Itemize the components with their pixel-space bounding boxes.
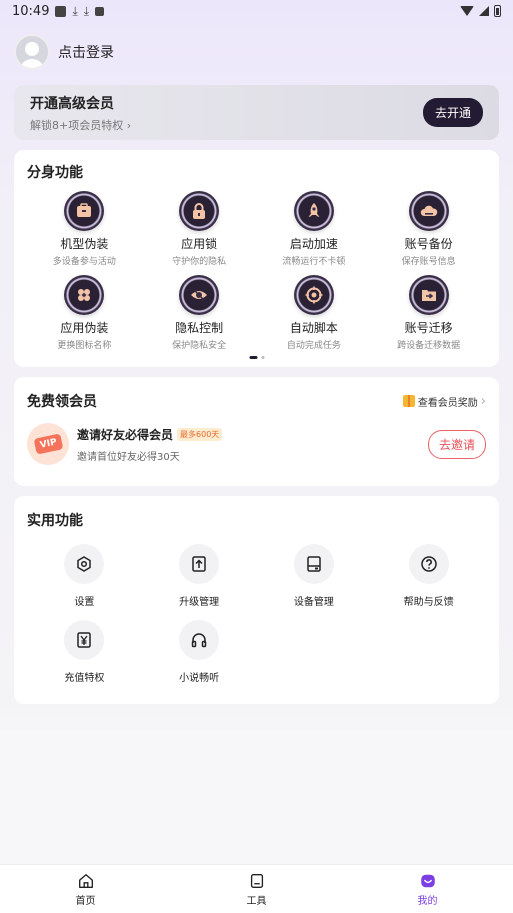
utilities-title: 实用功能 <box>27 513 83 529</box>
util-item-label: 帮助与反馈 <box>403 597 454 608</box>
upgrade-icon <box>179 544 220 584</box>
clone-item-auto-script[interactable]: 自动脚本 自动完成任务 <box>257 275 372 351</box>
invite-title: 邀请好友必得会员 <box>77 427 174 442</box>
clone-item-account-migration[interactable]: 账号迁移 跨设备迁移数据 <box>371 275 486 351</box>
settings-icon <box>64 544 105 584</box>
clone-item-account-backup[interactable]: 账号备份 保存账号信息 <box>371 191 486 267</box>
vip-banner-subtitle: 解锁8+项会员特权 › <box>30 117 131 133</box>
battery-icon <box>494 5 501 17</box>
clone-item-privacy-control[interactable]: 隐私控制 保护隐私安全 <box>142 275 257 351</box>
avatar[interactable] <box>14 34 50 70</box>
clone-item-boost[interactable]: 启动加速 流畅运行不卡顿 <box>257 191 372 267</box>
profile-icon <box>420 874 435 887</box>
clone-item-label: 启动加速 <box>289 237 338 251</box>
app-notification-icon <box>95 6 105 16</box>
clone-item-desc: 保护隐私安全 <box>172 341 227 351</box>
download-icon: ⤓ <box>72 3 78 18</box>
page-dot-active <box>249 356 257 359</box>
clone-item-label: 应用锁 <box>181 237 218 251</box>
clone-item-desc: 守护你的隐私 <box>172 257 227 267</box>
util-item-upgrade[interactable]: 升级管理 <box>142 544 257 608</box>
briefcase-icon <box>64 191 105 231</box>
vip-banner-title: 开通高级会员 <box>30 95 114 112</box>
tab-home[interactable]: 首页 <box>0 865 171 913</box>
rocket-icon <box>293 191 334 231</box>
clone-features-card: 分身功能 机型伪装 多设备参与活动 应用锁 守护你的隐私 启动加速 流畅运行不卡… <box>14 150 499 367</box>
view-vip-rewards-link[interactable]: 查看会员奖励 › <box>402 393 486 409</box>
clone-item-app-lock[interactable]: 应用锁 守护你的隐私 <box>142 191 257 267</box>
clone-item-desc: 流畅运行不卡顿 <box>282 257 346 267</box>
vip-tag: VIP <box>33 433 63 455</box>
status-time: 10:49 <box>12 3 50 19</box>
chevron-right-icon: › <box>126 118 132 132</box>
tab-profile[interactable]: 我的 <box>342 865 513 913</box>
util-item-device-management[interactable]: 设备管理 <box>257 544 372 608</box>
status-bar: 10:49 ⤓ ⤓ <box>0 0 513 22</box>
open-vip-button[interactable]: 去开通 <box>422 98 483 127</box>
clone-item-label: 隐私控制 <box>175 321 224 335</box>
page-dot[interactable] <box>261 356 264 359</box>
util-item-label: 充值特权 <box>64 673 105 684</box>
clone-item-label: 应用伪装 <box>60 321 109 335</box>
bottom-tab-bar: 首页 工具 我的 <box>0 864 513 913</box>
folder-transfer-icon <box>408 275 449 315</box>
clone-item-desc: 更换图标名称 <box>57 341 112 351</box>
utilities-card: 实用功能 设置 升级管理 设备管理 帮助与反馈 充值特权 小说畅听 <box>14 496 499 704</box>
download-icon: ⤓ <box>83 3 90 18</box>
tab-label: 工具 <box>246 895 267 907</box>
util-item-label: 小说畅听 <box>179 673 220 684</box>
tab-label: 首页 <box>75 895 96 907</box>
target-icon <box>293 275 334 315</box>
vip-banner[interactable]: 开通高级会员 解锁8+项会员特权 › 去开通 <box>14 85 499 140</box>
util-item-recharge[interactable]: 充值特权 <box>27 620 142 684</box>
util-item-label: 设置 <box>74 597 95 608</box>
clone-item-desc: 自动完成任务 <box>286 341 341 351</box>
util-item-help-feedback[interactable]: 帮助与反馈 <box>371 544 486 608</box>
clone-item-desc: 跨设备迁移数据 <box>397 341 461 351</box>
cloud-icon <box>408 191 449 231</box>
user-login-row[interactable]: 点击登录 <box>0 22 513 82</box>
clone-item-device-disguise[interactable]: 机型伪装 多设备参与活动 <box>27 191 142 267</box>
lock-icon <box>179 191 220 231</box>
tab-tools[interactable]: 工具 <box>171 865 342 913</box>
apps-icon <box>64 275 105 315</box>
clone-section-title: 分身功能 <box>27 165 83 181</box>
clone-item-label: 自动脚本 <box>289 321 338 335</box>
yen-icon <box>64 620 105 660</box>
headphones-icon <box>179 620 220 660</box>
device-icon <box>293 544 334 584</box>
util-item-settings[interactable]: 设置 <box>27 544 142 608</box>
clone-item-app-disguise[interactable]: 应用伪装 更换图标名称 <box>27 275 142 351</box>
eye-icon <box>179 275 220 315</box>
util-item-label: 升级管理 <box>179 597 220 608</box>
wifi-icon <box>460 6 474 16</box>
gift-icon <box>402 395 415 407</box>
clone-item-label: 账号迁移 <box>404 321 453 335</box>
tools-icon <box>250 873 263 888</box>
clone-item-desc: 多设备参与活动 <box>52 257 116 267</box>
signal-icon <box>479 6 489 16</box>
util-item-label: 设备管理 <box>293 597 334 608</box>
invite-button[interactable]: 去邀请 <box>427 429 486 459</box>
notification-icon <box>55 5 67 17</box>
help-icon <box>408 544 449 584</box>
vip-badge-icon: VIP <box>27 423 69 465</box>
free-vip-title: 免费领会员 <box>27 394 97 410</box>
clone-item-desc: 保存账号信息 <box>401 257 456 267</box>
clone-item-label: 机型伪装 <box>60 237 109 251</box>
invite-subtitle: 邀请首位好友必得30天 <box>77 451 180 463</box>
login-text[interactable]: 点击登录 <box>58 42 114 62</box>
util-item-novel-listen[interactable]: 小说畅听 <box>142 620 257 684</box>
vip-banner-subtitle-text: 解锁8+项会员特权 <box>30 118 124 132</box>
clone-item-label: 账号备份 <box>404 237 453 251</box>
chevron-right-icon: › <box>480 393 486 409</box>
empty-background <box>0 730 513 864</box>
max-days-badge: 最多600天 <box>177 427 223 441</box>
view-vip-rewards-label: 查看会员奖励 <box>417 397 478 409</box>
invite-row: VIP 邀请好友必得会员 最多600天 邀请首位好友必得30天 去邀请 <box>27 423 486 465</box>
home-icon <box>78 873 93 888</box>
page-indicator <box>249 356 264 359</box>
free-vip-card: 免费领会员 查看会员奖励 › VIP 邀请好友必得会员 最多600天 邀请首位好… <box>14 377 499 486</box>
tab-label: 我的 <box>417 895 438 907</box>
